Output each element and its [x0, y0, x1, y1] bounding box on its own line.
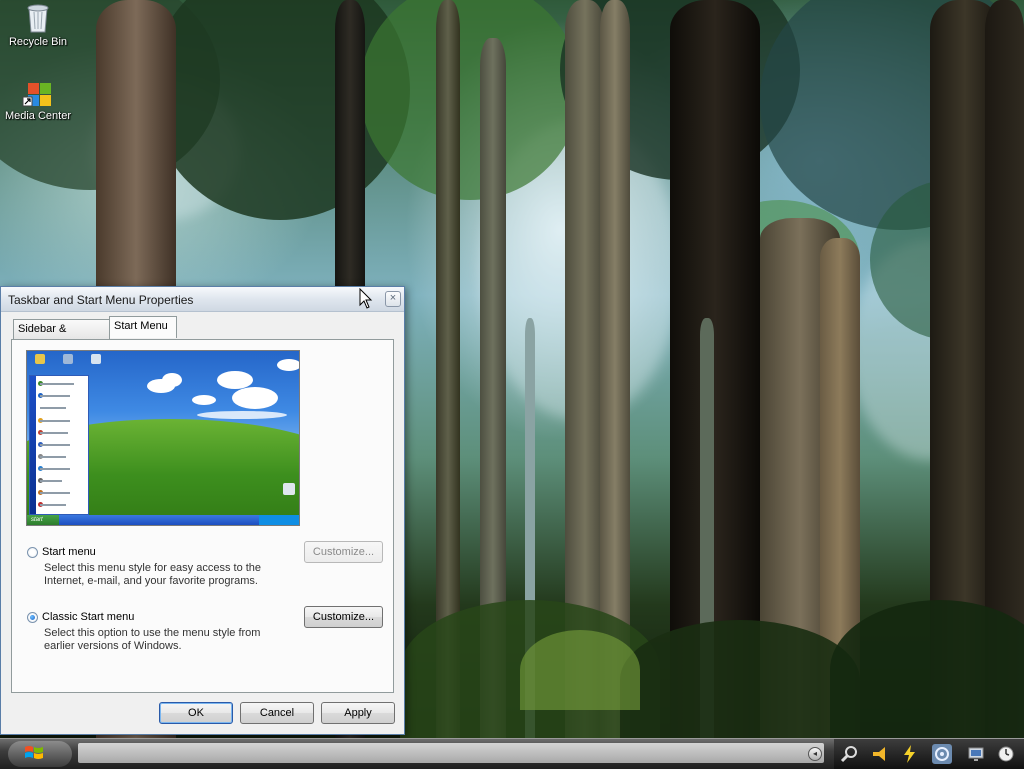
taskbar-properties-dialog: Taskbar and Start Menu Properties × Side…	[0, 286, 405, 735]
customize-start-menu-button[interactable]: Customize...	[304, 541, 383, 563]
lightning-icon[interactable]	[900, 744, 920, 764]
tab-sidebar-taskbar[interactable]: Sidebar & Taskbar	[13, 319, 110, 354]
option-label-start-menu[interactable]: Start menu	[42, 546, 96, 558]
customize-classic-start-menu-button[interactable]: Customize...	[304, 606, 383, 628]
radio-start-menu[interactable]	[27, 547, 38, 558]
desktop-icon-label: Recycle Bin	[8, 36, 68, 48]
recycle-bin-icon	[27, 4, 49, 33]
ok-button[interactable]: OK	[159, 702, 233, 724]
monitor-icon[interactable]	[966, 744, 986, 764]
desktop-icon-recycle-bin[interactable]: Recycle Bin	[0, 2, 76, 49]
option-description-classic-start-menu: Select this option to use the menu style…	[44, 627, 261, 652]
option-description-start-menu: Select this menu style for easy access t…	[44, 562, 262, 587]
dialog-titlebar[interactable]: Taskbar and Start Menu Properties ×	[1, 287, 404, 312]
network-icon[interactable]	[932, 744, 952, 764]
magnifier-icon[interactable]	[840, 744, 860, 764]
desktop-icon-label: Media Center	[4, 110, 72, 122]
preview-start-menu	[29, 375, 89, 515]
taskbar: ◂	[0, 738, 1024, 769]
horn-icon[interactable]	[870, 744, 890, 764]
windows-flag-icon	[25, 746, 43, 759]
desktop-icon-media-center[interactable]: Media Center	[0, 82, 76, 123]
system-tray	[834, 739, 1024, 769]
preview-start-button: start	[27, 515, 59, 525]
apply-button[interactable]: Apply	[321, 702, 395, 724]
media-center-icon	[22, 83, 51, 107]
close-button[interactable]: ×	[385, 291, 401, 307]
start-menu-preview-image: start	[26, 350, 300, 526]
tab-panel-start-menu: start Start menu Select this menu style …	[11, 339, 394, 693]
mouse-cursor-icon	[359, 288, 373, 309]
radio-classic-start-menu[interactable]	[27, 612, 38, 623]
taskbar-task-area[interactable]	[78, 743, 824, 763]
option-label-classic-start-menu[interactable]: Classic Start menu	[42, 611, 134, 623]
dialog-title: Taskbar and Start Menu Properties	[8, 293, 194, 307]
tray-expand-button[interactable]: ◂	[808, 747, 822, 761]
tab-start-menu[interactable]: Start Menu	[109, 316, 177, 338]
clock-icon[interactable]	[996, 744, 1016, 764]
cancel-button[interactable]: Cancel	[240, 702, 314, 724]
